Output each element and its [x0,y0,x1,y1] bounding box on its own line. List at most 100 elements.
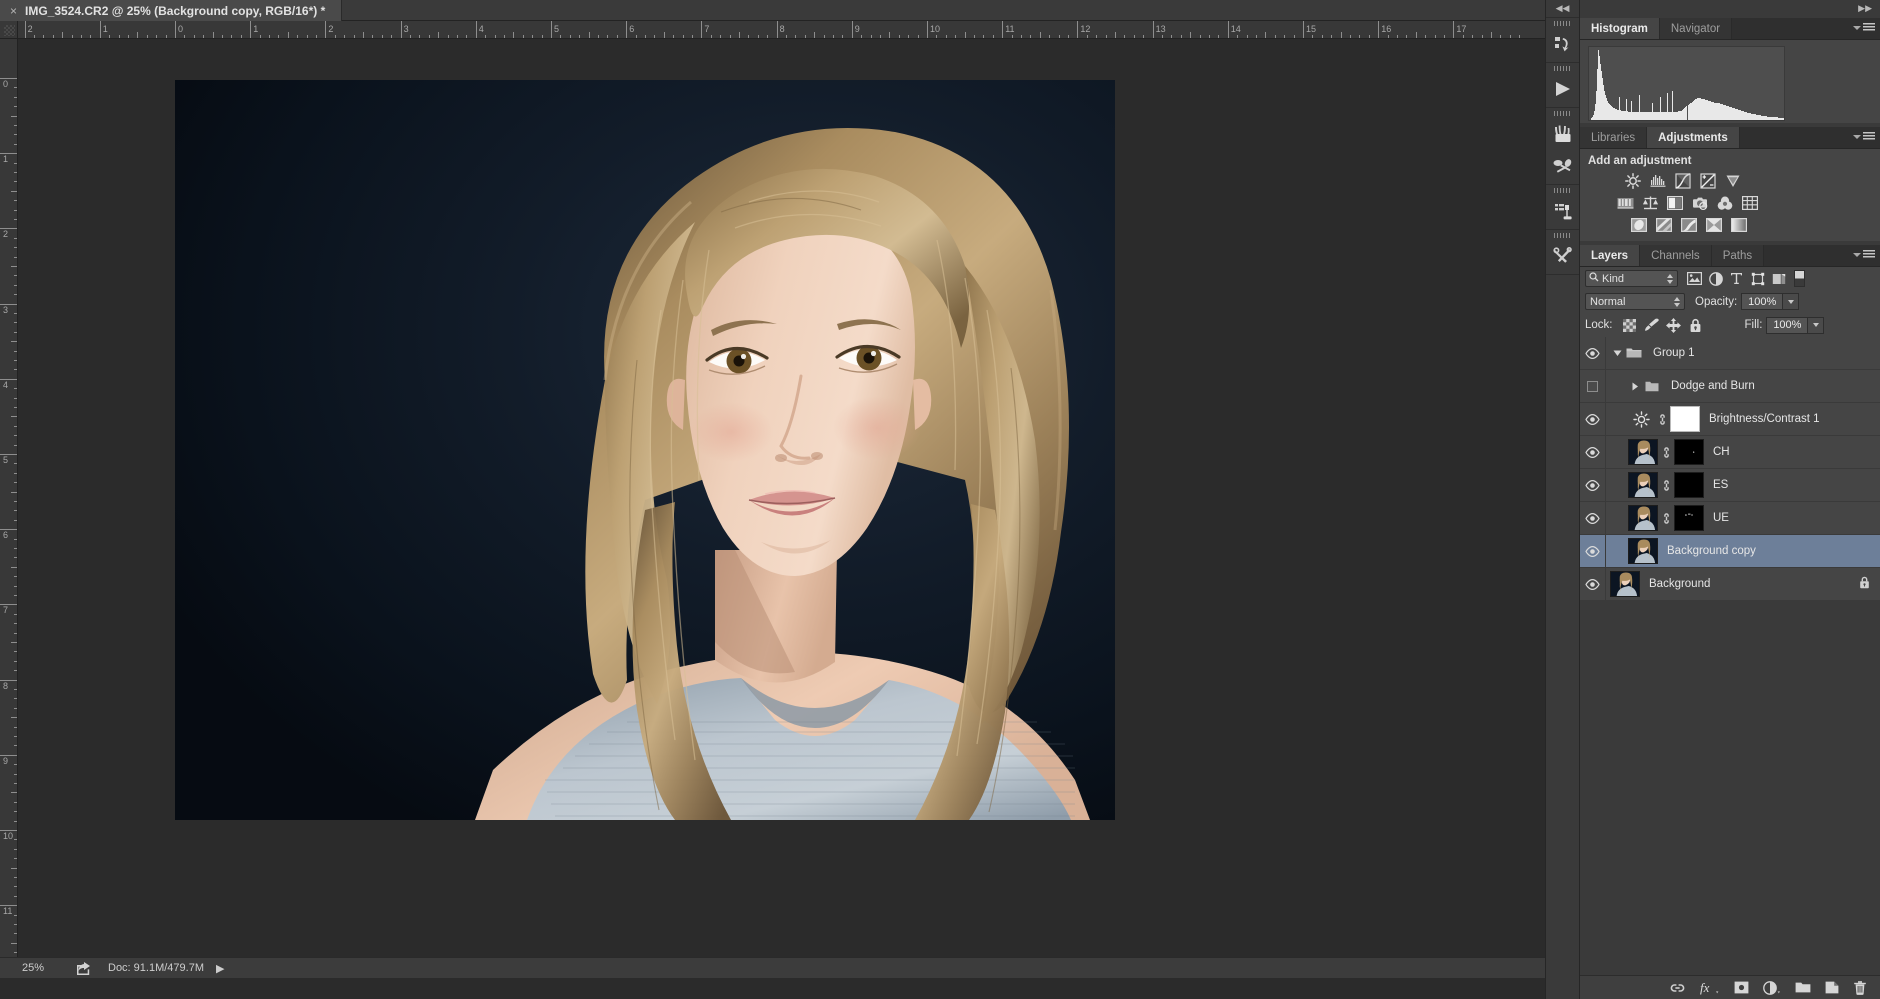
filter-smart-object-layers-icon[interactable] [1768,269,1789,288]
black-white-adjustment-icon[interactable] [1666,195,1684,212]
mask-link-icon[interactable] [1658,446,1674,459]
color-balance-adjustment-icon[interactable] [1641,195,1659,212]
delete-layer-icon[interactable] [1853,976,1867,999]
brightness-contrast-layer-icon[interactable] [1628,406,1654,432]
lock-position-icon[interactable] [1663,316,1685,334]
layer-row[interactable]: ES [1580,469,1880,502]
lock-transparent-pixels-icon[interactable] [1619,316,1641,334]
add-layer-mask-icon[interactable] [1734,976,1749,999]
history-icon[interactable] [1546,28,1579,60]
layer-visibility-off-checkbox[interactable] [1580,370,1606,402]
layer-row[interactable]: Background copy [1580,535,1880,568]
layer-list[interactable]: Group 1 Dodge and Burn Brightness/Contrast… [1580,337,1880,601]
spinner-arrows[interactable] [1667,274,1673,284]
filter-type-layers-icon[interactable] [1726,269,1747,288]
tab-adjustments[interactable]: Adjustments [1647,127,1740,148]
posterize-adjustment-icon[interactable] [1655,217,1673,234]
vertical-ruler[interactable]: 0 1 2 3 4 5 6 7 8 9 10 11 [0,39,18,957]
layer-mask-thumbnail[interactable] [1674,439,1704,465]
lock-image-pixels-icon[interactable] [1641,316,1663,334]
hue-saturation-adjustment-icon[interactable] [1616,195,1634,212]
layer-row[interactable]: Dodge and Burn [1580,370,1880,403]
layer-row[interactable]: CH [1580,436,1880,469]
layer-thumbnail[interactable] [1628,538,1658,564]
color-lookup-adjustment-icon[interactable] [1741,195,1759,212]
tab-channels[interactable]: Channels [1640,245,1712,266]
ruler-origin-corner[interactable] [0,21,18,39]
filter-enable-toggle[interactable] [1794,270,1805,287]
expand-panels-icon[interactable]: ▶▶ [1858,3,1872,14]
tab-layers[interactable]: Layers [1580,245,1641,266]
clone-source-icon[interactable] [1546,195,1579,227]
layer-visibility-eye-icon[interactable] [1580,337,1606,369]
photo-filter-adjustment-icon[interactable] [1691,195,1709,212]
layer-mask-thumbnail[interactable] [1674,505,1704,531]
filter-adjustment-layers-icon[interactable] [1705,269,1726,288]
chevron-down-icon[interactable] [1610,349,1624,357]
layers-panel-menu-icon[interactable] [1853,250,1875,259]
layer-thumbnail[interactable] [1628,472,1658,498]
brush-presets-icon[interactable] [1546,150,1579,182]
layer-visibility-eye-icon[interactable] [1580,502,1606,534]
chevron-right-icon[interactable] [1628,382,1642,391]
tool-presets-icon[interactable] [1546,240,1579,272]
filter-pixel-layers-icon[interactable] [1684,269,1705,288]
layer-thumbnail[interactable] [1628,439,1658,465]
layer-visibility-eye-icon[interactable] [1580,469,1606,501]
close-icon[interactable]: × [10,5,17,17]
dock-grip[interactable] [1546,230,1579,240]
new-adjustment-layer-icon[interactable] [1763,976,1781,999]
document-image[interactable] [175,80,1115,820]
levels-adjustment-icon[interactable] [1649,173,1667,190]
new-layer-icon[interactable] [1825,976,1839,999]
threshold-adjustment-icon[interactable] [1680,217,1698,234]
histogram-panel-menu-icon[interactable] [1853,23,1875,32]
opacity-input[interactable]: 100% [1741,293,1784,310]
actions-play-icon[interactable] [1546,73,1579,105]
spinner-arrows[interactable] [1674,297,1680,307]
adjustments-panel-menu-icon[interactable] [1853,132,1875,141]
new-group-icon[interactable] [1795,976,1811,999]
brightness-contrast-adjustment-icon[interactable] [1624,173,1642,190]
layer-row[interactable]: Brightness/Contrast 1 [1580,403,1880,436]
status-expand-arrow[interactable]: ▶ [216,962,224,975]
filter-shape-layers-icon[interactable] [1747,269,1768,288]
layer-visibility-eye-icon[interactable] [1580,535,1606,567]
selective-color-adjustment-icon[interactable] [1705,217,1723,234]
histogram-plot[interactable] [1588,46,1785,121]
tab-histogram[interactable]: Histogram [1580,18,1660,39]
invert-adjustment-icon[interactable] [1630,217,1648,234]
layer-row[interactable]: UE [1580,502,1880,535]
tab-libraries[interactable]: Libraries [1580,127,1648,148]
tab-navigator[interactable]: Navigator [1659,18,1733,39]
opacity-stepper[interactable] [1783,293,1800,310]
layer-row[interactable]: Background [1580,568,1880,601]
share-icon[interactable] [66,961,100,975]
document-tab[interactable]: × IMG_3524.CR2 @ 25% (Background copy, R… [0,0,343,21]
mask-link-icon[interactable] [1654,413,1670,426]
layer-mask-thumbnail[interactable] [1670,406,1700,432]
horizontal-ruler[interactable]: 2 1 0 1 2 3 4 5 6 7 8 9 10 11 12 13 14 15 16 17 [18,21,1545,39]
layer-visibility-eye-icon[interactable] [1580,436,1606,468]
link-layers-icon[interactable] [1669,976,1686,999]
layer-visibility-eye-icon[interactable] [1580,403,1606,435]
fill-input[interactable]: 100% [1766,316,1809,334]
tab-paths[interactable]: Paths [1711,245,1765,266]
mask-link-icon[interactable] [1658,512,1674,525]
blend-mode-select[interactable]: Normal [1585,293,1685,310]
dock-collapse-button[interactable]: ◀◀ [1546,0,1579,18]
lock-all-icon[interactable] [1685,316,1707,334]
layer-row[interactable]: Group 1 [1580,337,1880,370]
layer-mask-thumbnail[interactable] [1674,472,1704,498]
layer-thumbnail[interactable] [1610,571,1640,597]
dock-grip[interactable] [1546,18,1579,28]
canvas-viewport[interactable] [18,39,1545,957]
layer-visibility-eye-icon[interactable] [1580,568,1606,600]
layer-style-fx-icon[interactable]: fx [1700,976,1720,999]
dock-grip[interactable] [1546,185,1579,195]
gradient-map-adjustment-icon[interactable] [1730,217,1748,234]
dock-grip[interactable] [1546,63,1579,73]
mask-link-icon[interactable] [1658,479,1674,492]
channel-mixer-adjustment-icon[interactable] [1716,195,1734,212]
curves-adjustment-icon[interactable] [1674,173,1692,190]
